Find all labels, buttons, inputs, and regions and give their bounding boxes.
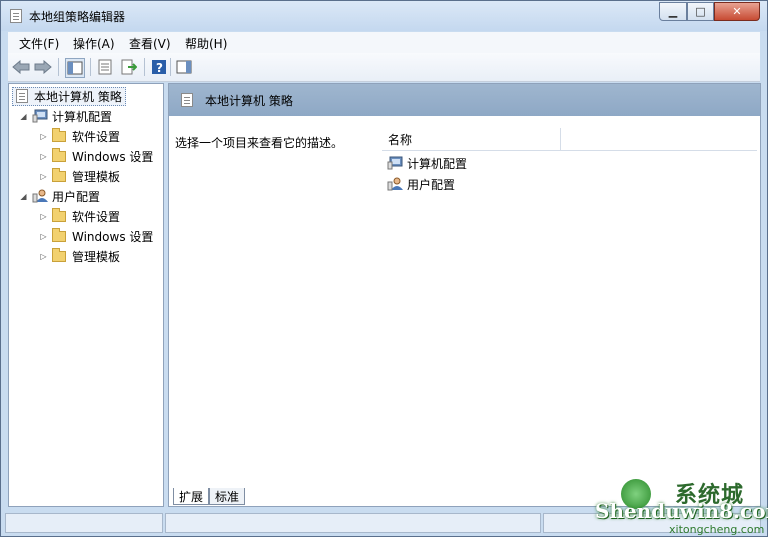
collapse-arrow-icon[interactable]: ◢ bbox=[19, 192, 28, 201]
forward-arrow-icon[interactable] bbox=[34, 58, 52, 76]
toolbar: ? bbox=[8, 53, 760, 82]
tab-extended[interactable]: 扩展 bbox=[173, 488, 209, 505]
title-bar[interactable]: 本地组策略编辑器 bbox=[1, 1, 767, 31]
console-tree[interactable]: 本地计算机 策略 ◢ 计算机配置 ▷ 软件设置 ▷ Windows 设置 ▷ 管… bbox=[8, 83, 164, 507]
tree-label: 计算机配置 bbox=[52, 109, 113, 124]
user-icon bbox=[387, 177, 403, 191]
description-text: 选择一个项目来查看它的描述。 bbox=[175, 136, 344, 150]
tree-item-user-config[interactable]: ◢ 用户配置 bbox=[19, 187, 100, 205]
tree-label: 管理模板 bbox=[72, 249, 121, 264]
tree-root-label: 本地计算机 策略 bbox=[34, 89, 122, 104]
details-pane: 本地计算机 策略 选择一个项目来查看它的描述。 名称 计算机配置 用户配置 扩展… bbox=[168, 83, 761, 507]
folder-icon bbox=[52, 227, 66, 242]
folder-icon bbox=[52, 147, 66, 162]
tree-label: Windows 设置 bbox=[72, 229, 154, 244]
help-icon[interactable]: ? bbox=[150, 58, 168, 76]
expand-arrow-icon[interactable]: ▷ bbox=[39, 132, 48, 141]
folder-icon bbox=[52, 167, 66, 182]
watermark-text: Shenduwin8.com bbox=[595, 499, 768, 523]
view-tabs: 扩展 标准 bbox=[171, 486, 471, 506]
details-header: 本地计算机 策略 bbox=[169, 84, 760, 116]
expand-arrow-icon[interactable]: ▷ bbox=[39, 252, 48, 261]
maximize-button[interactable]: □ bbox=[687, 2, 714, 21]
watermark: 系统城 Shenduwin8.com xitongcheng.com bbox=[591, 479, 768, 537]
column-divider[interactable] bbox=[560, 128, 561, 150]
show-hide-action-pane-icon[interactable] bbox=[175, 58, 193, 76]
tree-item-windows-settings[interactable]: ▷ Windows 设置 bbox=[39, 227, 153, 245]
expand-arrow-icon[interactable]: ▷ bbox=[39, 212, 48, 221]
folder-icon bbox=[52, 207, 66, 222]
properties-icon[interactable] bbox=[96, 58, 114, 76]
tree-label: 软件设置 bbox=[72, 129, 121, 144]
policy-icon bbox=[181, 93, 193, 107]
export-list-icon[interactable] bbox=[120, 58, 138, 76]
menu-help[interactable]: 帮助(H) bbox=[185, 35, 227, 52]
tree-label: 管理模板 bbox=[72, 169, 121, 184]
main-window: 本地组策略编辑器 ▁ □ ✕ 文件(F) 操作(A) 查看(V) 帮助(H) ? bbox=[0, 0, 768, 537]
menu-view[interactable]: 查看(V) bbox=[129, 35, 171, 52]
tree-item-admin-templates[interactable]: ▷ 管理模板 bbox=[39, 247, 120, 265]
tree-label: 用户配置 bbox=[52, 189, 101, 204]
list-item-computer-config[interactable]: 计算机配置 bbox=[387, 154, 467, 172]
back-arrow-icon[interactable] bbox=[12, 58, 30, 76]
folder-icon bbox=[52, 127, 66, 142]
policy-editor-icon bbox=[10, 9, 22, 23]
computer-icon bbox=[32, 109, 48, 123]
close-button[interactable]: ✕ bbox=[714, 2, 760, 21]
expand-arrow-icon[interactable]: ▷ bbox=[39, 172, 48, 181]
minimize-button[interactable]: ▁ bbox=[659, 2, 687, 21]
show-hide-tree-icon[interactable] bbox=[65, 58, 85, 78]
svg-text:?: ? bbox=[156, 61, 163, 75]
list-item-label: 计算机配置 bbox=[407, 156, 468, 171]
status-cell bbox=[5, 513, 163, 533]
menu-action[interactable]: 操作(A) bbox=[73, 35, 115, 52]
expand-arrow-icon[interactable]: ▷ bbox=[39, 152, 48, 161]
tree-root[interactable]: 本地计算机 策略 bbox=[12, 86, 126, 106]
list-item-user-config[interactable]: 用户配置 bbox=[387, 175, 455, 193]
status-cell bbox=[165, 513, 541, 533]
watermark-sub: xitongcheng.com bbox=[669, 523, 765, 536]
window-title: 本地组策略编辑器 bbox=[29, 10, 126, 24]
computer-icon bbox=[387, 156, 403, 170]
tree-label: Windows 设置 bbox=[72, 149, 154, 164]
expand-arrow-icon[interactable]: ▷ bbox=[39, 232, 48, 241]
list-item-label: 用户配置 bbox=[407, 177, 456, 192]
folder-icon bbox=[52, 247, 66, 262]
collapse-arrow-icon[interactable]: ◢ bbox=[19, 112, 28, 121]
tree-item-software-settings[interactable]: ▷ 软件设置 bbox=[39, 127, 120, 145]
items-list[interactable]: 名称 计算机配置 用户配置 bbox=[372, 116, 760, 486]
tree-item-windows-settings[interactable]: ▷ Windows 设置 bbox=[39, 147, 153, 165]
column-name[interactable]: 名称 bbox=[388, 131, 412, 148]
policy-icon bbox=[16, 89, 28, 103]
details-title: 本地计算机 策略 bbox=[205, 94, 293, 108]
tree-label: 软件设置 bbox=[72, 209, 121, 224]
tree-item-computer-config[interactable]: ◢ 计算机配置 bbox=[19, 107, 112, 125]
menu-file[interactable]: 文件(F) bbox=[19, 35, 59, 52]
tree-item-software-settings[interactable]: ▷ 软件设置 bbox=[39, 207, 120, 225]
tab-standard[interactable]: 标准 bbox=[209, 488, 245, 505]
tree-item-admin-templates[interactable]: ▷ 管理模板 bbox=[39, 167, 120, 185]
user-icon bbox=[32, 189, 48, 203]
menu-bar: 文件(F) 操作(A) 查看(V) 帮助(H) bbox=[8, 32, 760, 53]
column-header[interactable]: 名称 bbox=[382, 128, 757, 151]
